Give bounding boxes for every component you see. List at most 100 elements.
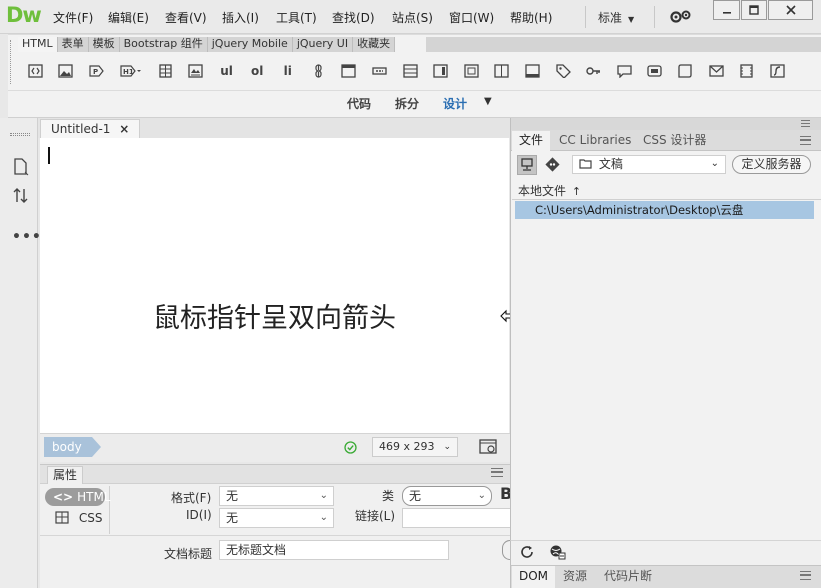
- form-icon[interactable]: [674, 60, 696, 82]
- section-icon[interactable]: [491, 60, 513, 82]
- close-window-button[interactable]: [768, 0, 813, 20]
- insert-tab-html[interactable]: HTML: [18, 37, 58, 52]
- design-view-button[interactable]: 设计: [443, 95, 467, 112]
- tag-icon[interactable]: [552, 60, 574, 82]
- define-server-button[interactable]: 定义服务器: [732, 155, 811, 174]
- figure-icon[interactable]: [185, 60, 207, 82]
- media-icon[interactable]: [644, 60, 666, 82]
- id-value: 无: [226, 511, 239, 525]
- ul-button[interactable]: ul: [216, 60, 238, 82]
- insert-tab-jquery-mobile[interactable]: jQuery Mobile: [207, 37, 293, 52]
- doc-title-input[interactable]: 无标题文档: [219, 540, 449, 560]
- li-button[interactable]: li: [277, 60, 299, 82]
- local-files-header[interactable]: 本地文件 ↑: [518, 182, 581, 199]
- sync-settings-icon[interactable]: [668, 7, 694, 27]
- flash-icon[interactable]: [766, 60, 788, 82]
- live-preview-icon[interactable]: [479, 439, 498, 458]
- window-size-value: 469 x 293: [379, 440, 435, 453]
- header-divider: [512, 199, 821, 200]
- insert-tab-favorites[interactable]: 收藏夹: [353, 37, 396, 52]
- more-options-icon[interactable]: •••: [12, 229, 42, 245]
- panel-dock-top: [510, 118, 821, 130]
- bold-button[interactable]: B: [500, 484, 510, 503]
- menu-file[interactable]: 文件(F): [53, 9, 93, 26]
- heading-icon[interactable]: H1: [116, 60, 146, 82]
- css-designer-tab[interactable]: CSS 设计器: [636, 131, 713, 151]
- header-icon[interactable]: [338, 60, 360, 82]
- menu-window[interactable]: 窗口(W): [449, 9, 494, 26]
- video-icon[interactable]: [736, 60, 758, 82]
- css-mode-button[interactable]: CSS: [55, 511, 102, 525]
- panel-menu-icon[interactable]: [800, 136, 811, 145]
- connect-server-icon[interactable]: [517, 155, 537, 175]
- link-label: 链接(L): [355, 509, 396, 523]
- design-view-canvas[interactable]: [40, 138, 509, 433]
- insert-tab-form[interactable]: 表单: [57, 37, 89, 52]
- properties-divider: [40, 535, 510, 536]
- assets-tab[interactable]: 资源: [556, 566, 594, 588]
- cc-libraries-tab[interactable]: CC Libraries: [552, 131, 638, 151]
- meta-key-icon[interactable]: [583, 60, 605, 82]
- code-view-button[interactable]: 代码: [347, 95, 371, 112]
- close-tab-button[interactable]: ×: [119, 122, 129, 136]
- menu-insert[interactable]: 插入(I): [222, 9, 259, 26]
- properties-tab[interactable]: 属性: [47, 466, 84, 484]
- comment-icon[interactable]: [613, 60, 635, 82]
- panel-menu-icon[interactable]: [491, 468, 503, 477]
- page-properties-button[interactable]: [502, 540, 510, 560]
- menu-view[interactable]: 查看(V): [165, 9, 207, 26]
- hyperlink-icon[interactable]: [307, 60, 329, 82]
- view-mode-dropdown-icon[interactable]: ▼: [484, 96, 492, 107]
- panel-menu-icon[interactable]: [800, 571, 811, 580]
- window-size-dropdown[interactable]: 469 x 293 ⌄: [372, 437, 458, 457]
- id-dropdown[interactable]: 无 ⌄: [219, 508, 334, 528]
- split-view-button[interactable]: 拆分: [395, 95, 419, 112]
- panel-grip[interactable]: [10, 40, 14, 84]
- aside-icon[interactable]: [430, 60, 452, 82]
- insert-tab-jquery-ui[interactable]: jQuery UI: [292, 37, 354, 52]
- local-root-folder-row[interactable]: C:\Users\Administrator\Desktop\云盘: [515, 201, 814, 219]
- sort-icon[interactable]: [13, 188, 31, 207]
- div-icon[interactable]: [24, 60, 46, 82]
- collapse-panel-icon[interactable]: [801, 120, 810, 127]
- site-name: 文稿: [598, 157, 623, 171]
- document-tab[interactable]: Untitled-1 ×: [40, 119, 141, 138]
- menu-tools[interactable]: 工具(T): [276, 9, 317, 26]
- menu-find[interactable]: 查找(D): [332, 9, 375, 26]
- format-dropdown[interactable]: 无 ⌄: [219, 486, 334, 506]
- svg-text:H1: H1: [123, 68, 134, 76]
- menu-edit[interactable]: 编辑(E): [108, 9, 149, 26]
- new-document-icon[interactable]: [13, 158, 29, 179]
- globe-connect-icon[interactable]: [549, 544, 567, 563]
- chevron-down-icon: ▼: [628, 15, 635, 24]
- image-icon[interactable]: [55, 60, 77, 82]
- dom-tab[interactable]: DOM: [512, 566, 556, 588]
- git-icon[interactable]: [545, 157, 560, 175]
- workspace-switcher[interactable]: 标准 ▼: [598, 9, 634, 26]
- site-dropdown[interactable]: 文稿 ⌄: [572, 155, 726, 174]
- main-icon[interactable]: [399, 60, 421, 82]
- refresh-icon[interactable]: [520, 545, 534, 562]
- email-icon[interactable]: [705, 60, 727, 82]
- table-icon[interactable]: [154, 60, 176, 82]
- html-mode-label: HTML: [77, 490, 111, 504]
- snippets-tab[interactable]: 代码片断: [597, 566, 659, 588]
- class-dropdown[interactable]: 无 ⌄: [402, 486, 492, 506]
- link-input[interactable]: [402, 508, 510, 528]
- menu-help[interactable]: 帮助(H): [510, 9, 552, 26]
- menu-site[interactable]: 站点(S): [392, 9, 433, 26]
- html-mode-button[interactable]: <> HTML: [45, 488, 111, 506]
- ol-button[interactable]: ol: [246, 60, 268, 82]
- article-icon[interactable]: [460, 60, 482, 82]
- maximize-button[interactable]: [741, 0, 767, 20]
- panel-grip[interactable]: [10, 133, 30, 136]
- navigation-icon[interactable]: [369, 60, 391, 82]
- no-errors-icon[interactable]: [344, 441, 357, 457]
- tag-selector-body[interactable]: body: [44, 437, 101, 457]
- paragraph-icon[interactable]: P: [85, 60, 107, 82]
- insert-tab-bootstrap[interactable]: Bootstrap 组件: [119, 37, 208, 52]
- files-tab[interactable]: 文件: [512, 131, 551, 151]
- insert-tab-template[interactable]: 模板: [88, 37, 120, 52]
- footer-icon[interactable]: [522, 60, 544, 82]
- minimize-button[interactable]: [713, 0, 740, 20]
